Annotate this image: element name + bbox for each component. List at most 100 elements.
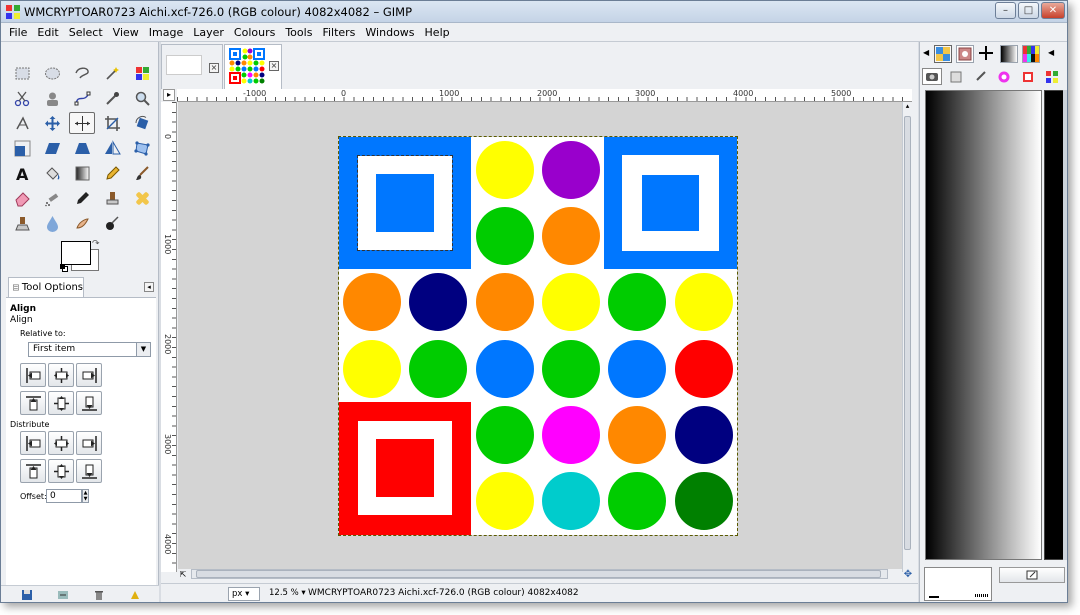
title-bar[interactable]: WMCRYPTOAR0723 Aichi.xcf-726.0 (RGB colo…	[1, 1, 1067, 23]
patterns-tab[interactable]	[934, 45, 952, 63]
distribute-vertical-centers-button[interactable]	[48, 459, 74, 483]
yellow-circle[interactable]	[675, 273, 733, 331]
yellow-circle[interactable]	[343, 340, 401, 398]
fonts-tab[interactable]	[1018, 68, 1038, 85]
quick-mask-corner-icon[interactable]: ▸	[163, 89, 175, 101]
gradient-preview[interactable]	[925, 90, 1042, 560]
close-tab-icon[interactable]: ×	[209, 63, 219, 73]
ellipse-select-icon[interactable]	[39, 62, 65, 84]
delete-options-icon[interactable]	[93, 589, 105, 601]
zoom-icon[interactable]	[129, 87, 155, 109]
edit-brush-button[interactable]	[999, 567, 1065, 583]
horizontal-scrollbar[interactable]	[191, 569, 888, 579]
airbrush-icon[interactable]	[39, 187, 65, 209]
align-left-edge-button[interactable]	[20, 363, 46, 387]
minimize-button[interactable]: –	[995, 2, 1016, 19]
menu-windows[interactable]: Windows	[365, 26, 414, 39]
perspective-clone-icon[interactable]	[9, 212, 35, 234]
menu-filters[interactable]: Filters	[322, 26, 355, 39]
green-circle[interactable]	[542, 340, 600, 398]
pencil-icon[interactable]	[99, 162, 125, 184]
chevron-down-icon[interactable]: ▼	[136, 343, 150, 356]
menu-colours[interactable]: Colours	[234, 26, 275, 39]
offset-input[interactable]: 0	[46, 489, 82, 503]
blue-square-top-left[interactable]	[339, 137, 471, 269]
yellow-circle[interactable]	[476, 141, 534, 199]
menu-file[interactable]: File	[9, 26, 27, 39]
green-circle[interactable]	[409, 340, 467, 398]
tool-options-tab[interactable]: Tool Options	[8, 277, 84, 297]
color-picker-icon[interactable]	[99, 87, 125, 109]
dock-menu-icon[interactable]: ◀	[1048, 48, 1054, 57]
free-select-icon[interactable]	[69, 62, 95, 84]
magenta-circle[interactable]	[542, 406, 600, 464]
distribute-top-edges-button[interactable]	[20, 459, 46, 483]
align-right-edge-button[interactable]	[76, 363, 102, 387]
navigate-icon[interactable]: ✥	[902, 569, 914, 581]
gradients-tab[interactable]	[1000, 45, 1018, 63]
cage-transform-icon[interactable]	[129, 137, 155, 159]
ink-icon[interactable]	[69, 187, 95, 209]
pointer-navigation-icon[interactable]: ⇱	[177, 569, 189, 580]
perspective-icon[interactable]	[69, 137, 95, 159]
dock-left-arrow-icon[interactable]: ◀	[923, 48, 929, 57]
green-circle[interactable]	[608, 273, 666, 331]
flip-icon[interactable]	[99, 137, 125, 159]
distribute-bottom-edges-button[interactable]	[76, 459, 102, 483]
paths-icon[interactable]	[69, 87, 95, 109]
align-middle-vertical-button[interactable]	[48, 391, 74, 415]
distribute-right-edges-button[interactable]	[76, 431, 102, 455]
colors-tab[interactable]	[994, 68, 1014, 85]
menu-tools[interactable]: Tools	[285, 26, 312, 39]
orange-circle[interactable]	[476, 273, 534, 331]
align-bottom-edge-button[interactable]	[76, 391, 102, 415]
clone-icon[interactable]	[99, 187, 125, 209]
menu-layer[interactable]: Layer	[193, 26, 224, 39]
templates-tab[interactable]	[1042, 68, 1062, 85]
dock-scrollbar[interactable]	[1063, 90, 1067, 560]
configure-tab-icon[interactable]: ◂	[144, 282, 154, 292]
green-circle[interactable]	[608, 472, 666, 530]
restore-options-icon[interactable]	[57, 589, 69, 601]
scale-icon[interactable]	[9, 137, 35, 159]
red-square-bottom-left[interactable]	[339, 402, 471, 535]
device-status-tab[interactable]	[922, 68, 942, 85]
navy-circle[interactable]	[675, 406, 733, 464]
scissors-select-icon[interactable]	[9, 87, 35, 109]
unit-selector[interactable]: px ▾	[228, 587, 260, 601]
fuzzy-select-icon[interactable]	[99, 62, 125, 84]
blue-circle[interactable]	[476, 340, 534, 398]
measure-icon[interactable]	[9, 112, 35, 134]
document-history-tab[interactable]	[946, 68, 966, 85]
brushes-tab[interactable]	[956, 45, 974, 63]
vertical-scroll-thumb[interactable]	[904, 116, 911, 550]
menu-select[interactable]: Select	[69, 26, 103, 39]
blend-icon[interactable]	[69, 162, 95, 184]
brush-preview[interactable]	[924, 567, 992, 601]
text-icon[interactable]: A	[9, 162, 35, 184]
palettes-tab[interactable]	[1022, 45, 1040, 63]
crop-icon[interactable]	[99, 112, 125, 134]
eraser-icon[interactable]	[9, 187, 35, 209]
image-artwork[interactable]	[338, 136, 738, 536]
maximize-button[interactable]: □	[1018, 2, 1039, 19]
smudge-icon[interactable]	[69, 212, 95, 234]
menu-view[interactable]: View	[113, 26, 139, 39]
yellow-circle[interactable]	[476, 472, 534, 530]
close-tab-icon[interactable]: ×	[269, 61, 279, 71]
navy-circle[interactable]	[409, 273, 467, 331]
shear-icon[interactable]	[39, 137, 65, 159]
foreground-color-swatch[interactable]	[61, 241, 91, 265]
purple-circle[interactable]	[542, 141, 600, 199]
scroll-up-icon[interactable]: ▴	[903, 102, 912, 112]
align-center-horizontal-button[interactable]	[48, 363, 74, 387]
yellow-circle[interactable]	[542, 273, 600, 331]
rect-select-icon[interactable]	[9, 62, 35, 84]
move-icon[interactable]	[39, 112, 65, 134]
menu-help[interactable]: Help	[425, 26, 450, 39]
pointer-tab[interactable]	[978, 45, 996, 63]
align-icon[interactable]	[69, 112, 95, 134]
paintbrush-icon[interactable]	[129, 162, 155, 184]
cyan-circle[interactable]	[542, 472, 600, 530]
orange-circle[interactable]	[542, 207, 600, 265]
